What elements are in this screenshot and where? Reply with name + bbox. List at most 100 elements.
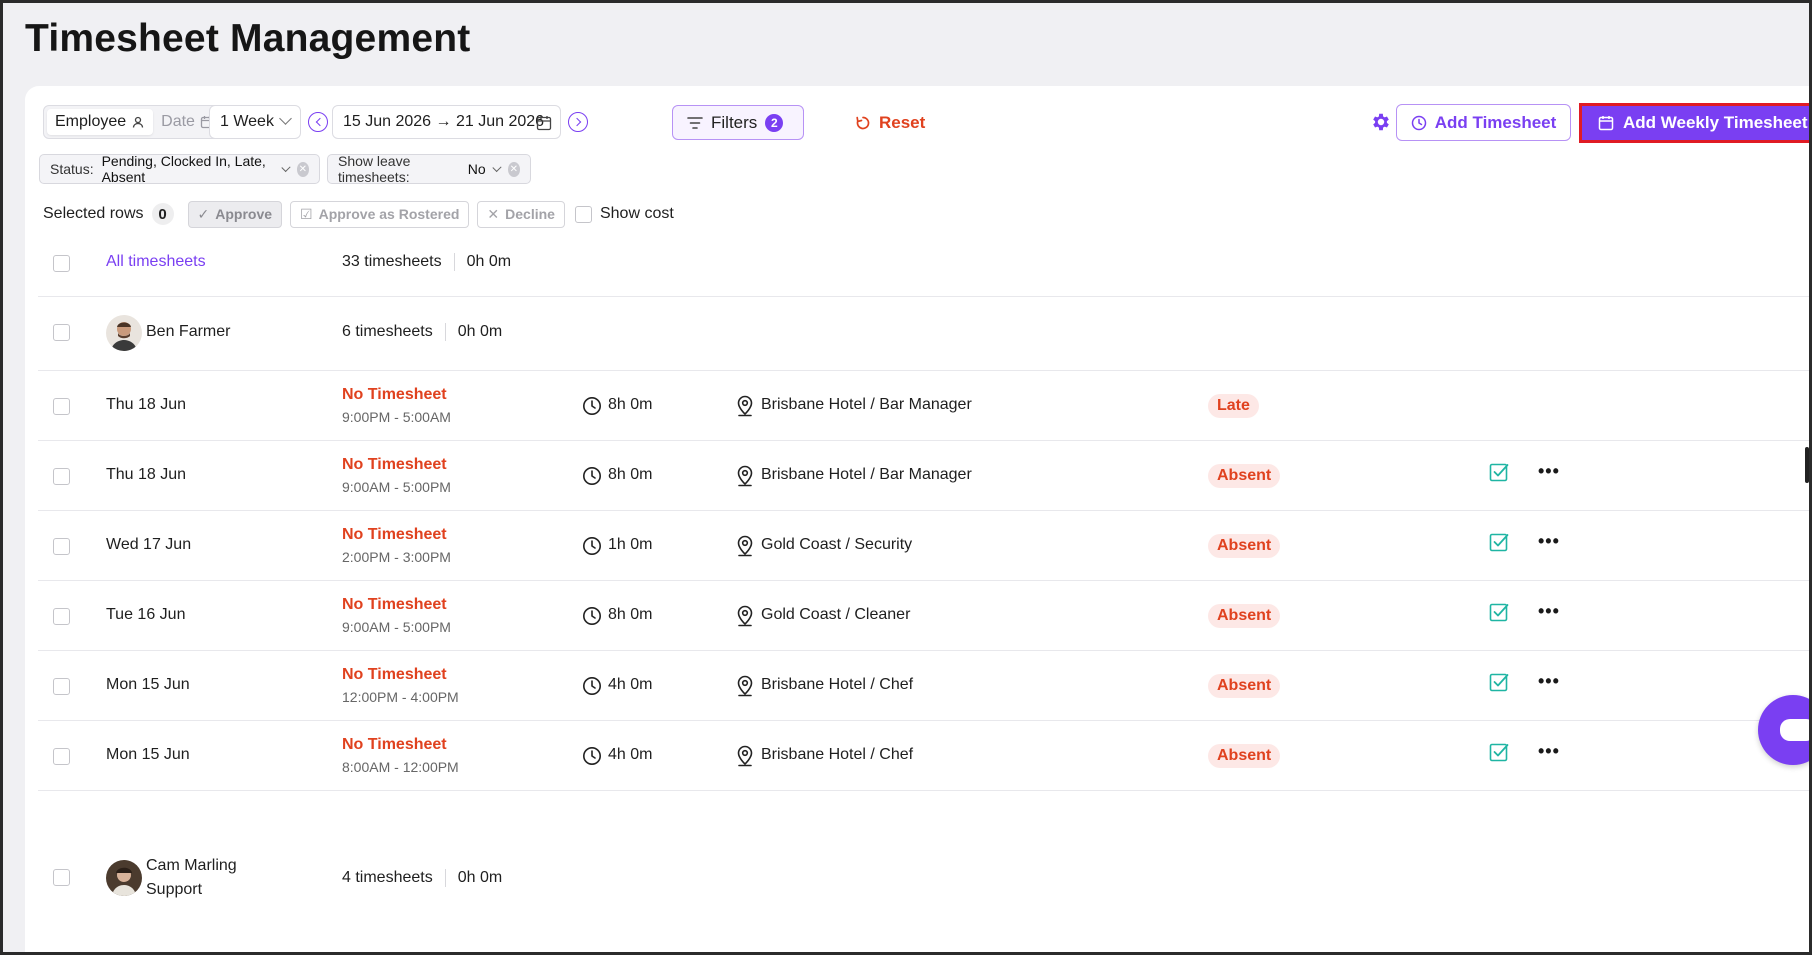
approve-check-icon[interactable] [1489, 602, 1509, 622]
show-cost-label: Show cost [599, 205, 674, 222]
more-icon[interactable]: ••• [1538, 531, 1560, 552]
approve-rostered-label: Approve as Rostered [318, 206, 460, 222]
date-range-input[interactable]: 15 Jun 2026 → 21 Jun 2026 [332, 105, 561, 139]
all-timesheets-link[interactable]: All timesheets [106, 253, 206, 271]
employee-name[interactable]: Cam Marling [146, 857, 237, 875]
chat-icon [1780, 719, 1809, 741]
location-pin-icon [737, 745, 753, 767]
date-range-value: 15 Jun 2026 → 21 Jun 2026 [343, 113, 545, 130]
leave-filter-chip[interactable]: Show leave timesheets: No ✕ [327, 153, 531, 185]
row-date: Wed 17 Jun [106, 536, 192, 553]
more-icon[interactable]: ••• [1538, 671, 1560, 692]
row-location: Gold Coast / Cleaner [761, 606, 911, 623]
group-hours: 0h 0m [457, 323, 503, 341]
timesheet-row[interactable]: Wed 17 Jun No Timesheet 2:00PM - 3:00PM … [38, 511, 1809, 581]
status-filter-chip[interactable]: Status: Pending, Clocked In, Late, Absent… [39, 153, 320, 185]
row-status: No Timesheet [342, 596, 447, 613]
reset-icon [856, 116, 870, 129]
summary-row: All timesheets 33 timesheets 0h 0m [38, 231, 1809, 297]
clear-filter-icon[interactable]: ✕ [507, 161, 520, 177]
row-checkbox[interactable] [53, 468, 70, 485]
clock-icon [583, 607, 601, 625]
reset-label: Reset [879, 112, 926, 132]
add-timesheet-button[interactable]: Add Timesheet [1396, 104, 1571, 141]
timesheet-row[interactable]: Thu 18 Jun No Timesheet 9:00PM - 5:00AM … [38, 371, 1809, 441]
row-location: Brisbane Hotel / Chef [761, 676, 914, 693]
employee-name[interactable]: Ben Farmer [146, 323, 230, 341]
chevron-left-icon [315, 117, 324, 127]
previous-week-button[interactable] [308, 112, 328, 132]
row-checkbox[interactable] [53, 398, 70, 415]
more-icon[interactable]: ••• [1538, 461, 1560, 482]
row-time: 9:00AM - 5:00PM [342, 479, 451, 495]
filter-icon [687, 116, 703, 129]
status-badge: Absent [1208, 464, 1281, 488]
next-week-button[interactable] [568, 112, 588, 132]
row-checkbox[interactable] [53, 869, 70, 886]
timesheet-row[interactable]: Mon 15 Jun No Timesheet 8:00AM - 12:00PM… [38, 721, 1809, 791]
approve-check-icon[interactable] [1489, 532, 1509, 552]
chevron-down-icon [279, 112, 292, 125]
row-location: Gold Coast / Security [761, 536, 913, 553]
decline-label: Decline [505, 206, 555, 222]
show-cost-checkbox[interactable] [574, 205, 592, 223]
approve-check-icon[interactable] [1489, 672, 1509, 692]
filters-button[interactable]: Filters 2 [672, 105, 804, 140]
timesheet-row[interactable]: Mon 15 Jun No Timesheet 12:00PM - 4:00PM… [38, 651, 1809, 721]
clear-filter-icon[interactable]: ✕ [296, 161, 309, 177]
summary-hours: 0h 0m [466, 253, 512, 271]
add-weekly-timesheet-button[interactable]: Add Weekly Timesheet [1579, 103, 1809, 143]
approve-button[interactable]: ✓ Approve [187, 200, 283, 228]
employee-group-row: Cam Marling Support 4 timesheets 0h 0m [38, 841, 1809, 921]
approve-check-icon[interactable] [1489, 742, 1509, 762]
row-checkbox[interactable] [53, 678, 70, 695]
group-icon [133, 116, 144, 128]
clock-icon [583, 397, 601, 415]
status-chip-value: Pending, Clocked In, Late, Absent [101, 153, 266, 185]
view-date-label: Date [161, 113, 195, 130]
summary-count: 33 timesheets [342, 253, 442, 271]
row-status: No Timesheet [342, 386, 447, 403]
group-count-hours: 4 timesheets 0h 0m [342, 869, 502, 887]
status-chip-key: Status: [50, 161, 94, 177]
row-checkbox[interactable] [53, 748, 70, 765]
row-date: Thu 18 Jun [106, 466, 187, 483]
summary-count-hours: 33 timesheets 0h 0m [342, 253, 511, 271]
row-checkbox[interactable] [53, 538, 70, 555]
row-location: Brisbane Hotel / Chef [761, 746, 914, 763]
chevron-down-icon [281, 162, 291, 172]
row-checkbox[interactable] [53, 324, 70, 341]
approve-as-rostered-button[interactable]: ☑ Approve as Rostered [290, 200, 470, 228]
settings-icon[interactable] [1370, 111, 1392, 133]
leave-chip-value: No [467, 161, 486, 177]
timesheet-row[interactable]: Thu 18 Jun No Timesheet 9:00AM - 5:00PM … [38, 441, 1809, 511]
row-checkbox[interactable] [53, 608, 70, 625]
row-time: 9:00AM - 5:00PM [342, 619, 451, 635]
approve-label: Approve [215, 206, 273, 222]
check-icon: ✓ [197, 205, 210, 222]
timesheet-row[interactable]: Tue 16 Jun No Timesheet 9:00AM - 5:00PM … [38, 581, 1809, 651]
more-icon[interactable]: ••• [1538, 741, 1560, 762]
row-time: 2:00PM - 3:00PM [342, 549, 451, 565]
period-select[interactable]: 1 Week [209, 105, 301, 139]
status-badge: Absent [1208, 744, 1281, 768]
location-pin-icon [737, 605, 753, 627]
decline-button[interactable]: ✕ Decline [477, 200, 565, 228]
approve-check-icon[interactable] [1489, 462, 1509, 482]
reset-button[interactable]: Reset [855, 105, 925, 140]
divider [444, 323, 446, 341]
calendar-icon [1598, 116, 1614, 131]
location-pin-icon [737, 465, 753, 487]
location-pin-icon [737, 535, 753, 557]
scrollbar-thumb[interactable] [1805, 447, 1809, 483]
select-all-checkbox[interactable] [53, 255, 70, 272]
leave-chip-key: Show leave timesheets: [338, 153, 411, 185]
row-date: Thu 18 Jun [106, 396, 187, 413]
status-badge: Absent [1208, 674, 1281, 698]
timesheet-card: Employee Date 1 Week 15 Jun 2026 → 21 Ju… [25, 86, 1809, 952]
view-employee-option[interactable]: Employee [47, 109, 154, 135]
group-count: 4 timesheets [342, 869, 433, 887]
period-value: 1 Week [220, 113, 274, 130]
more-icon[interactable]: ••• [1538, 601, 1560, 622]
checkbox-icon: ☑ [300, 205, 313, 222]
